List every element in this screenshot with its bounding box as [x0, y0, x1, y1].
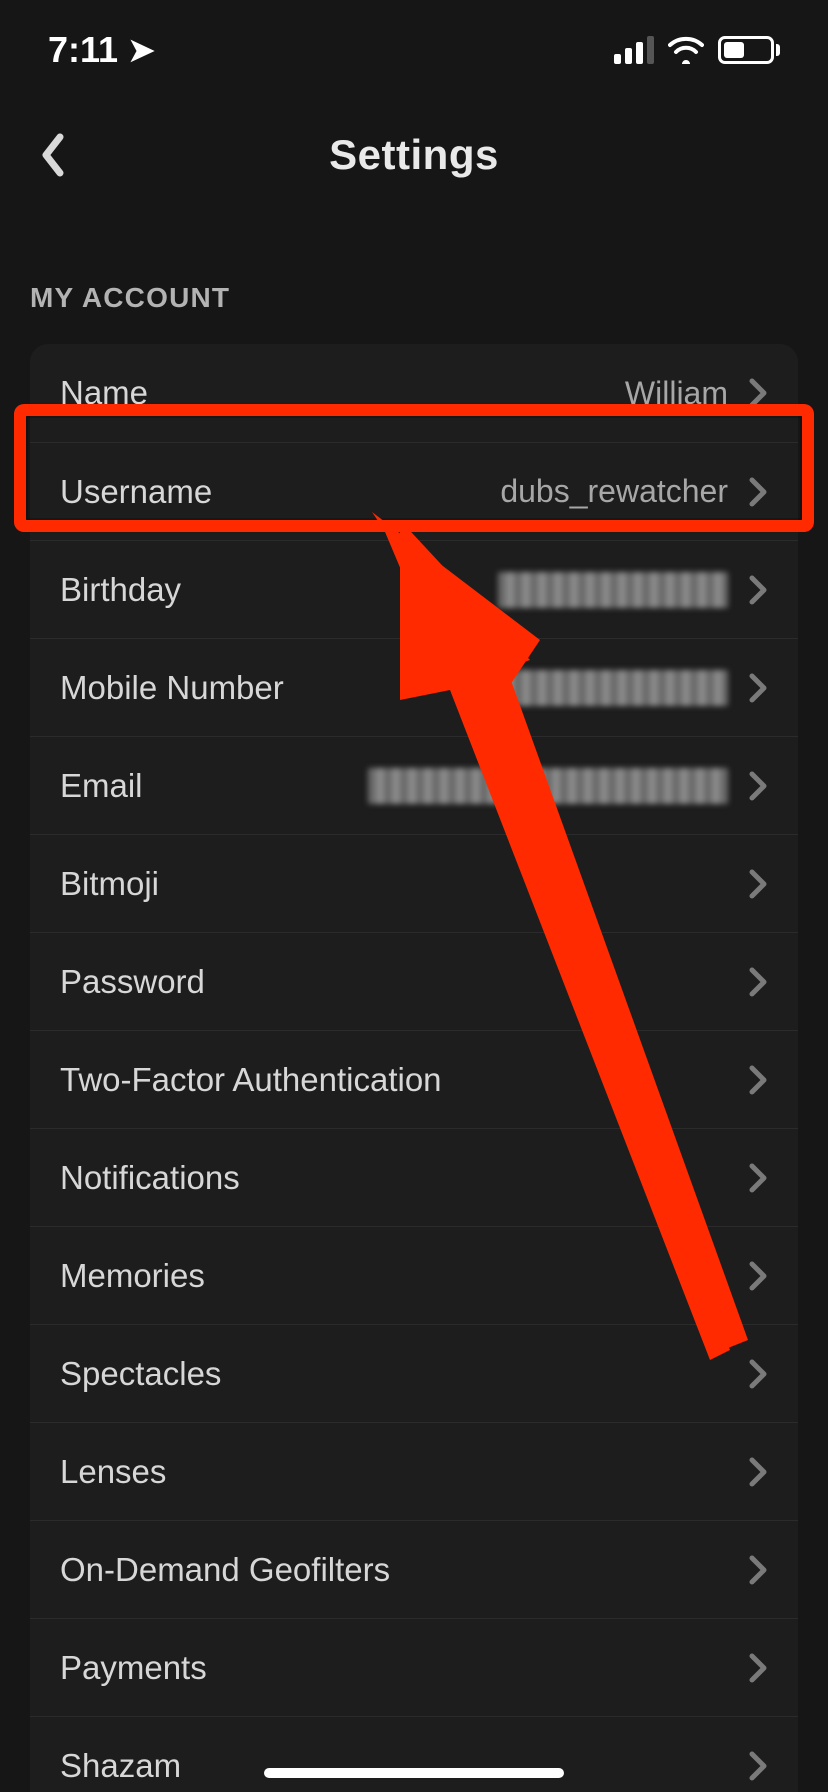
row-value: dubs_rewatcher [500, 473, 728, 510]
row-value-redacted [368, 768, 728, 804]
row-username[interactable]: Username dubs_rewatcher [30, 442, 798, 540]
row-label: Notifications [60, 1159, 240, 1197]
chevron-right-icon [748, 377, 768, 409]
row-two-factor[interactable]: Two-Factor Authentication [30, 1030, 798, 1128]
row-notifications[interactable]: Notifications [30, 1128, 798, 1226]
row-label: Two-Factor Authentication [60, 1061, 442, 1099]
row-label: Mobile Number [60, 669, 284, 707]
row-mobile-number[interactable]: Mobile Number [30, 638, 798, 736]
row-label: Birthday [60, 571, 181, 609]
chevron-left-icon [38, 133, 68, 177]
chevron-right-icon [748, 1750, 768, 1782]
nav-header: Settings [0, 100, 828, 210]
status-time: 7:11 [48, 29, 118, 71]
back-button[interactable] [28, 130, 78, 180]
row-label: Shazam [60, 1747, 181, 1785]
home-indicator [264, 1768, 564, 1778]
chevron-right-icon [748, 1456, 768, 1488]
location-icon: ➤ [128, 31, 155, 69]
row-value-redacted [498, 670, 728, 706]
chevron-right-icon [748, 1358, 768, 1390]
cell-signal-icon [614, 36, 654, 64]
section-header-my-account: MY ACCOUNT [0, 210, 828, 334]
row-value: William [625, 375, 728, 412]
row-memories[interactable]: Memories [30, 1226, 798, 1324]
row-spectacles[interactable]: Spectacles [30, 1324, 798, 1422]
row-label: Name [60, 374, 148, 412]
chevron-right-icon [748, 1554, 768, 1586]
row-geofilters[interactable]: On-Demand Geofilters [30, 1520, 798, 1618]
battery-icon [718, 36, 780, 64]
row-label: Username [60, 473, 212, 511]
chevron-right-icon [748, 476, 768, 508]
status-bar: 7:11 ➤ [0, 0, 828, 100]
row-label: Lenses [60, 1453, 166, 1491]
wifi-icon [668, 36, 704, 64]
chevron-right-icon [748, 574, 768, 606]
row-name[interactable]: Name William [30, 344, 798, 442]
status-icons [614, 36, 780, 64]
row-label: Memories [60, 1257, 205, 1295]
row-birthday[interactable]: Birthday [30, 540, 798, 638]
row-label: Email [60, 767, 143, 805]
settings-list: Name William Username dubs_rewatcher Bir… [30, 344, 798, 1792]
row-value-redacted [498, 572, 728, 608]
chevron-right-icon [748, 1260, 768, 1292]
row-label: On-Demand Geofilters [60, 1551, 390, 1589]
row-label: Bitmoji [60, 865, 159, 903]
chevron-right-icon [748, 1162, 768, 1194]
row-label: Spectacles [60, 1355, 221, 1393]
chevron-right-icon [748, 672, 768, 704]
chevron-right-icon [748, 966, 768, 998]
chevron-right-icon [748, 868, 768, 900]
page-title: Settings [329, 131, 499, 179]
row-shazam[interactable]: Shazam [30, 1716, 798, 1792]
chevron-right-icon [748, 1064, 768, 1096]
row-lenses[interactable]: Lenses [30, 1422, 798, 1520]
row-label: Password [60, 963, 205, 1001]
chevron-right-icon [748, 1652, 768, 1684]
row-bitmoji[interactable]: Bitmoji [30, 834, 798, 932]
status-time-area: 7:11 ➤ [48, 29, 155, 71]
chevron-right-icon [748, 770, 768, 802]
row-label: Payments [60, 1649, 207, 1687]
row-password[interactable]: Password [30, 932, 798, 1030]
row-payments[interactable]: Payments [30, 1618, 798, 1716]
row-email[interactable]: Email [30, 736, 798, 834]
